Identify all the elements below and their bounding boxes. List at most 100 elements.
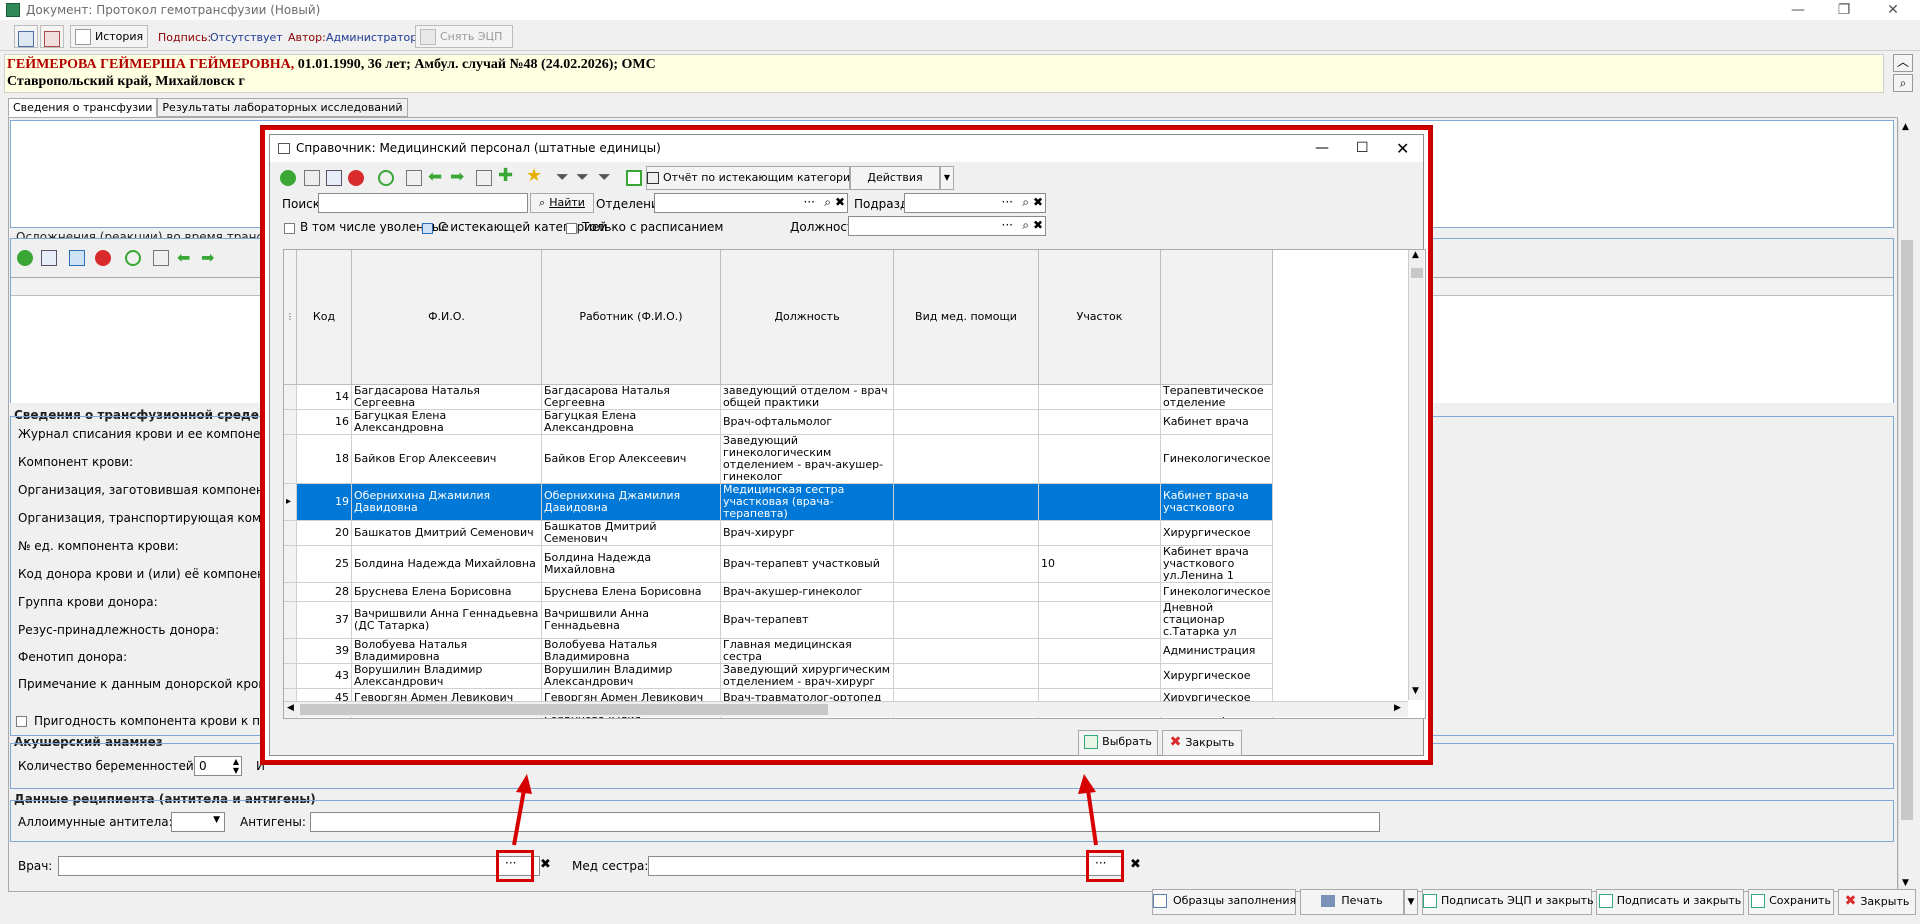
cell-position[interactable]: Врач-терапевт <box>720 601 894 639</box>
edit-doc-button[interactable] <box>14 25 38 48</box>
row-indicator[interactable] <box>284 434 297 484</box>
table-row[interactable]: 16 Багуцкая Елена Александровна Багуцкая Е… <box>284 409 1274 435</box>
row-indicator[interactable] <box>284 384 297 410</box>
table-row[interactable]: 20 Башкатов Дмитрий Семенович Башкатов Дми… <box>284 520 1274 546</box>
cell-area[interactable] <box>1038 409 1161 435</box>
dialog-close-button[interactable]: ✖ Закрыть <box>1162 730 1242 756</box>
cell-area[interactable] <box>1038 601 1161 639</box>
row-indicator[interactable] <box>284 409 297 435</box>
cell-unit[interactable]: Кабинет врача участкового ул.Ленина 1 <box>1160 545 1274 583</box>
actions-dropdown[interactable]: ▼ <box>940 166 954 190</box>
cell-care-type[interactable] <box>893 434 1039 484</box>
row-indicator[interactable] <box>284 601 297 639</box>
copy-icon[interactable] <box>304 170 320 186</box>
columns-icon[interactable] <box>153 250 169 266</box>
cell-code[interactable]: 43 <box>296 663 352 689</box>
main-scrollbar[interactable]: ▲ ▼ <box>1898 120 1915 892</box>
row-indicator[interactable] <box>284 638 297 664</box>
pregnancies-stepper[interactable]: 0 ▲ ▼ <box>194 756 242 776</box>
nurse-select-button[interactable]: ··· <box>1095 856 1106 870</box>
save-icon[interactable] <box>69 250 85 266</box>
dialog-close-icon[interactable]: ✕ <box>1396 135 1409 162</box>
excel-icon[interactable] <box>626 170 642 186</box>
nurse-clear-icon[interactable]: ✖ <box>1130 857 1141 872</box>
column-header-area[interactable]: Участок <box>1038 250 1161 385</box>
cell-worker[interactable]: Байков Егор Алексеевич <box>541 434 721 484</box>
expiring-category-checkbox[interactable] <box>422 223 433 234</box>
refresh-icon[interactable] <box>378 170 394 186</box>
cell-fio[interactable]: Багдасарова Наталья Сергеевна <box>351 384 542 410</box>
cell-fio[interactable]: Бруснева Елена Борисовна <box>351 582 542 602</box>
cell-care-type[interactable] <box>893 483 1039 521</box>
subdivision-clear-icon[interactable]: ✖ <box>1033 195 1043 209</box>
scroll-up-icon[interactable]: ▲ <box>1412 250 1419 260</box>
cell-care-type[interactable] <box>893 601 1039 639</box>
expiring-report-button[interactable]: Отчёт по истекающим категориям <box>646 166 865 190</box>
select-button[interactable]: Выбрать <box>1078 730 1158 756</box>
actions-button[interactable]: Действия <box>850 166 940 190</box>
cell-fio[interactable]: Волобуева Наталья Владимировна <box>351 638 542 664</box>
grid-scroll-thumb[interactable] <box>1411 268 1423 278</box>
column-header-code[interactable]: Код <box>296 250 352 385</box>
dialog-maximize-icon[interactable]: ☐ <box>1356 135 1369 162</box>
grid-hscroll-thumb[interactable] <box>300 704 828 715</box>
department-field[interactable]: ··· ⌕ ✖ <box>654 193 848 213</box>
doctor-field[interactable] <box>58 856 540 876</box>
cell-unit[interactable]: Гинекологическое <box>1160 582 1274 602</box>
cell-worker[interactable]: Багдасарова Наталья Сергеевна <box>541 384 721 410</box>
columns-icon[interactable] <box>406 170 422 186</box>
delete-icon[interactable] <box>348 170 364 186</box>
cell-unit[interactable]: Администрация <box>1160 638 1274 664</box>
cell-code[interactable]: 14 <box>296 384 352 410</box>
cell-care-type[interactable] <box>893 582 1039 602</box>
column-header-fio[interactable]: Ф.И.О. <box>351 250 542 385</box>
cell-position[interactable]: Заведующий хирургическим отделением - вр… <box>720 663 894 689</box>
column-header-position[interactable]: Должность <box>720 250 894 385</box>
row-indicator[interactable] <box>284 582 297 602</box>
cell-position[interactable]: Врач-акушер-гинеколог <box>720 582 894 602</box>
cell-area[interactable] <box>1038 582 1161 602</box>
scroll-down-icon[interactable]: ▼ <box>1902 878 1909 888</box>
grid-menu-icon[interactable]: ⋮ <box>286 312 294 321</box>
cell-code[interactable]: 20 <box>296 520 352 546</box>
cell-fio[interactable]: Байков Егор Алексеевич <box>351 434 542 484</box>
table-row[interactable]: 28 Бруснева Елена Борисовна Бруснева Елена… <box>284 582 1274 602</box>
cell-fio[interactable]: Ворушилин Владимир Александрович <box>351 663 542 689</box>
cell-unit[interactable]: Кабинет врача участкового <box>1160 483 1274 521</box>
row-indicator[interactable] <box>284 663 297 689</box>
cell-care-type[interactable] <box>893 545 1039 583</box>
save-button[interactable]: Сохранить <box>1748 889 1834 915</box>
add-icon[interactable] <box>280 170 296 186</box>
edit-icon[interactable] <box>326 170 342 186</box>
column-header-unit[interactable] <box>1160 250 1274 385</box>
cell-area[interactable] <box>1038 384 1161 410</box>
filter-icon[interactable]: ⏷ <box>556 167 569 187</box>
scroll-left-icon[interactable]: ◀ <box>287 703 294 713</box>
cell-code[interactable]: 37 <box>296 601 352 639</box>
stepper-arrows-icon[interactable]: ▲ ▼ <box>233 757 239 775</box>
suitability-checkbox[interactable] <box>16 716 27 727</box>
cell-unit[interactable]: Терапевтическое отделение <box>1160 384 1274 410</box>
grid-hscrollbar[interactable]: ◀ ▶ <box>284 701 1408 717</box>
cell-area[interactable] <box>1038 483 1161 521</box>
search-icon[interactable]: ⌕ <box>824 195 831 210</box>
cell-unit[interactable]: Хирургическое <box>1160 520 1274 546</box>
print-dropdown-button[interactable]: ▼ <box>1404 889 1418 915</box>
cell-worker[interactable]: Багуцкая Елена Александровна <box>541 409 721 435</box>
table-row[interactable]: 39 Волобуева Наталья Владимировна Волобуев… <box>284 638 1274 664</box>
cell-unit[interactable]: Дневной стационар с.Татарка ул <box>1160 601 1274 639</box>
cell-fio[interactable]: Багуцкая Елена Александровна <box>351 409 542 435</box>
cell-fio[interactable]: Болдина Надежда Михайловна <box>351 545 542 583</box>
cell-worker[interactable]: Обернихина Джамилия Давидовна <box>541 483 721 521</box>
cell-area[interactable] <box>1038 663 1161 689</box>
only-schedule-checkbox[interactable] <box>566 223 577 234</box>
scroll-thumb[interactable] <box>1901 240 1913 820</box>
cell-worker[interactable]: Волобуева Наталья Владимировна <box>541 638 721 664</box>
grid-vscrollbar[interactable]: ▲ ▼ <box>1408 250 1424 700</box>
subdivision-field[interactable]: ··· ⌕ ✖ <box>904 193 1046 213</box>
cell-position[interactable]: Врач-хирург <box>720 520 894 546</box>
arrow-right-icon[interactable]: ➡ <box>201 248 214 267</box>
table-row[interactable]: 37 Вачришвили Анна Геннадьевна (ДС Татарк… <box>284 601 1274 639</box>
history-button[interactable]: История <box>70 25 148 48</box>
sign-and-close-button[interactable]: Подписать и закрыть <box>1596 889 1744 915</box>
